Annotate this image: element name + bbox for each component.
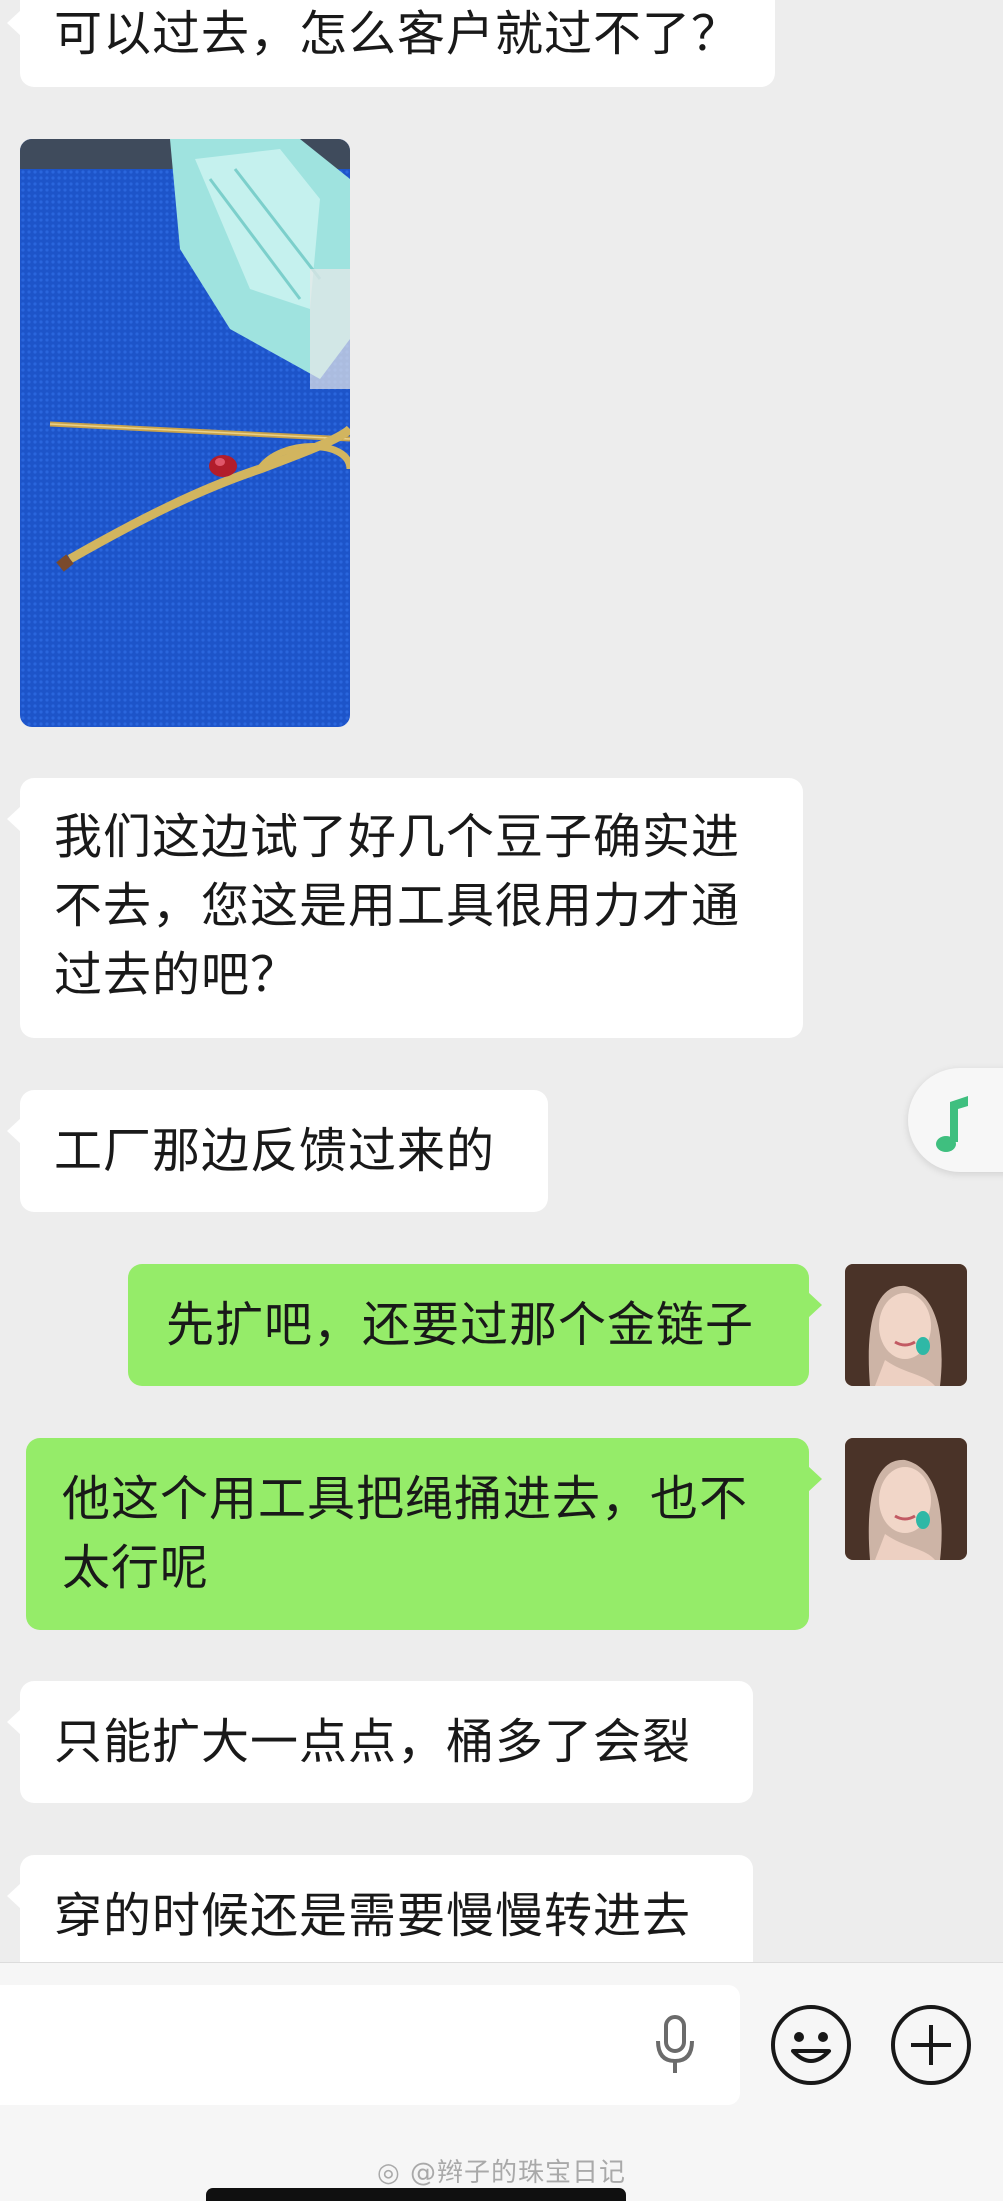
watermark: ◎ @辫子的珠宝日记 xyxy=(377,2158,626,2188)
message-text: 先扩吧，还要过那个金链子 xyxy=(166,1297,755,1353)
music-note-icon xyxy=(936,1096,968,1152)
microphone-icon[interactable] xyxy=(650,2013,700,2077)
message-text: 可以过去，怎么客户就过不了？ xyxy=(54,6,741,62)
message-bubble-outgoing[interactable]: 先扩吧，还要过那个金链子 xyxy=(128,1264,822,1386)
home-indicator[interactable] xyxy=(206,2188,626,2201)
more-button[interactable] xyxy=(891,2005,971,2085)
message-bubble-incoming[interactable]: 可以过去，怎么客户就过不了？ xyxy=(7,0,775,87)
weibo-icon: ◎ xyxy=(377,2158,401,2188)
message-text: 他这个用工具把绳捅进去，也不太行呢 xyxy=(62,1471,749,1596)
message-bubble-incoming[interactable]: 我们这边试了好几个豆子确实进不去，您这是用工具很用力才通过去的吧？ xyxy=(7,778,803,1038)
avatar[interactable] xyxy=(845,1264,967,1386)
message-bubble-incoming[interactable]: 穿的时候还是需要慢慢转进去 xyxy=(7,1855,753,1962)
message-bubble-incoming[interactable]: 工厂那边反馈过来的 xyxy=(7,1090,548,1212)
emoji-button[interactable] xyxy=(771,2005,851,2085)
chat-scroll-area[interactable]: 可以过去，怎么客户就过不了？ 我们这边试了好几个豆子确实进不去，您这是用工具很用… xyxy=(0,0,1003,1962)
message-text: 工厂那边反馈过来的 xyxy=(54,1123,496,1179)
message-text: 我们这边试了好几个豆子确实进不去，您这是用工具很用力才通过去的吧？ xyxy=(54,809,741,1003)
avatar-photo xyxy=(845,1264,967,1386)
emoji-icon xyxy=(791,2032,831,2063)
message-bubble-outgoing[interactable]: 他这个用工具把绳捅进去，也不太行呢 xyxy=(26,1438,822,1630)
message-input[interactable] xyxy=(0,1985,740,2105)
avatar-photo xyxy=(845,1438,967,1560)
floating-music-button[interactable] xyxy=(908,1068,1003,1172)
avatar[interactable] xyxy=(845,1438,967,1560)
plus-icon xyxy=(911,2025,951,2065)
message-bubble-incoming[interactable]: 只能扩大一点点，桶多了会裂 xyxy=(7,1681,753,1803)
message-text: 穿的时候还是需要慢慢转进去 xyxy=(54,1888,692,1944)
photo-thumbnail xyxy=(20,139,350,727)
message-text: 只能扩大一点点，桶多了会裂 xyxy=(54,1714,692,1770)
image-message[interactable] xyxy=(20,139,350,727)
